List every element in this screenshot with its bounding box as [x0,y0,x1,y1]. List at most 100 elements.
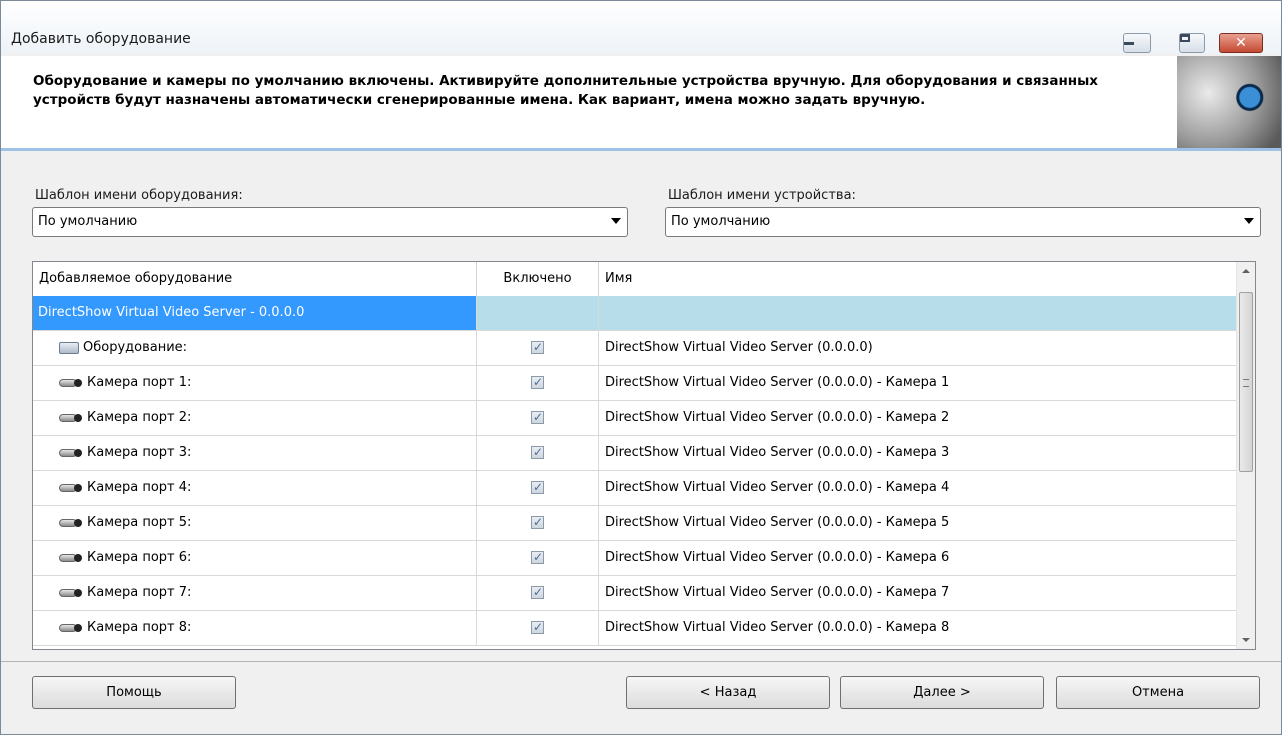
header-instructions: Оборудование и камеры по умолчанию включ… [33,73,1099,108]
row-label: Камера порт 1: [87,375,192,390]
help-button[interactable]: Помощь [32,676,236,709]
row-enabled-cell [477,436,599,470]
camera-icon [59,412,83,424]
title-bar: Добавить оборудование ✕ [1,1,1281,53]
minimize-icon [1124,42,1134,45]
add-hardware-dialog: Добавить оборудование ✕ Оборудование и к… [0,0,1282,735]
row-label-cell: Камера порт 5: [33,506,477,540]
group-name-cell [599,296,1237,330]
camera-icon [59,517,83,529]
row-enabled-cell [477,401,599,435]
row-name-cell[interactable]: DirectShow Virtual Video Server (0.0.0.0… [599,366,1237,400]
row-label: Камера порт 2: [87,410,192,425]
window-title: Добавить оборудование [11,31,191,47]
table-row[interactable]: Камера порт 6: DirectShow Virtual Video S… [33,541,1237,576]
row-label-cell: Оборудование: [33,331,477,365]
row-label-cell: Камера порт 1: [33,366,477,400]
camera-icon [59,482,83,494]
camera-icon [59,587,83,599]
row-name-cell[interactable]: DirectShow Virtual Video Server (0.0.0.0… [599,436,1237,470]
hardware-template-select[interactable]: По умолчанию [32,207,628,237]
row-label-cell: Камера порт 6: [33,541,477,575]
row-enabled-cell [477,331,599,365]
row-enabled-cell [477,366,599,400]
grid-header: Добавляемое оборудование Включено Имя [33,262,1237,297]
row-enabled-cell [477,506,599,540]
group-enabled-cell [477,296,599,330]
row-label-cell: Камера порт 8: [33,611,477,645]
enabled-checkbox[interactable] [531,479,544,495]
enabled-checkbox[interactable] [531,514,544,530]
maximize-icon [1180,34,1190,42]
enabled-checkbox[interactable] [531,444,544,460]
maximize-button[interactable] [1179,33,1205,53]
cancel-button[interactable]: Отмена [1056,676,1260,709]
column-header-enabled[interactable]: Включено [477,262,599,296]
row-label: Камера порт 5: [87,515,192,530]
row-enabled-cell [477,541,599,575]
minimize-button[interactable] [1123,33,1151,53]
hardware-template-label: Шаблон имени оборудования: [35,188,243,203]
grip-icon [1243,379,1249,387]
footer-divider [1,661,1281,662]
table-row[interactable]: Камера порт 5: DirectShow Virtual Video S… [33,506,1237,541]
scroll-up-button[interactable] [1237,262,1255,279]
row-name-cell[interactable]: DirectShow Virtual Video Server (0.0.0.0… [599,331,1237,365]
row-label-cell: Камера порт 2: [33,401,477,435]
group-label: DirectShow Virtual Video Server - 0.0.0.… [33,296,477,330]
device-template-select[interactable]: По умолчанию [665,207,1261,237]
back-button[interactable]: < Назад [626,676,830,709]
row-label-cell: Камера порт 4: [33,471,477,505]
wolf-eye-logo [1177,56,1281,148]
row-label-cell: Камера порт 3: [33,436,477,470]
close-button[interactable]: ✕ [1219,33,1263,53]
camera-icon [59,447,83,459]
device-template-label: Шаблон имени устройства: [668,188,856,203]
column-header-hardware[interactable]: Добавляемое оборудование [33,262,477,296]
hardware-template-value: По умолчанию [38,214,138,229]
arrow-up-icon [1242,269,1250,273]
row-name-cell[interactable]: DirectShow Virtual Video Server (0.0.0.0… [599,611,1237,645]
next-button[interactable]: Далее > [840,676,1044,709]
enabled-checkbox[interactable] [531,409,544,425]
enabled-checkbox[interactable] [531,374,544,390]
table-row[interactable]: Камера порт 1: DirectShow Virtual Video S… [33,366,1237,401]
vertical-scrollbar[interactable] [1236,262,1255,649]
camera-icon [59,552,83,564]
row-label-cell: Камера порт 7: [33,576,477,610]
wizard-header: Оборудование и камеры по умолчанию включ… [1,56,1281,151]
close-icon: ✕ [1235,35,1247,51]
scroll-thumb[interactable] [1239,292,1253,472]
row-name-cell[interactable]: DirectShow Virtual Video Server (0.0.0.0… [599,541,1237,575]
hardware-icon [59,341,79,354]
device-template-value: По умолчанию [671,214,771,229]
enabled-checkbox[interactable] [531,339,544,355]
enabled-checkbox[interactable] [531,584,544,600]
column-header-name[interactable]: Имя [599,262,1237,296]
table-row[interactable]: Камера порт 3: DirectShow Virtual Video S… [33,436,1237,471]
enabled-checkbox[interactable] [531,619,544,635]
row-name-cell[interactable]: DirectShow Virtual Video Server (0.0.0.0… [599,401,1237,435]
enabled-checkbox[interactable] [531,549,544,565]
camera-icon [59,377,83,389]
row-label: Камера порт 3: [87,445,192,460]
row-enabled-cell [477,471,599,505]
scroll-down-button[interactable] [1237,632,1255,649]
table-row[interactable]: Камера порт 7: DirectShow Virtual Video S… [33,576,1237,611]
table-row[interactable]: Камера порт 2: DirectShow Virtual Video S… [33,401,1237,436]
group-row[interactable]: DirectShow Virtual Video Server - 0.0.0.… [33,296,1237,331]
row-label: Камера порт 8: [87,620,192,635]
row-enabled-cell [477,576,599,610]
row-name-cell[interactable]: DirectShow Virtual Video Server (0.0.0.0… [599,506,1237,540]
row-name-cell[interactable]: DirectShow Virtual Video Server (0.0.0.0… [599,576,1237,610]
table-row[interactable]: Камера порт 8: DirectShow Virtual Video S… [33,611,1237,646]
table-row[interactable]: Оборудование: DirectShow Virtual Video Se… [33,331,1237,366]
hardware-grid: Добавляемое оборудование Включено Имя Di… [32,261,1256,650]
arrow-down-icon [1242,638,1250,642]
row-label: Камера порт 7: [87,585,192,600]
row-name-cell[interactable]: DirectShow Virtual Video Server (0.0.0.0… [599,471,1237,505]
table-row[interactable]: Камера порт 4: DirectShow Virtual Video S… [33,471,1237,506]
chevron-down-icon [611,218,621,224]
camera-icon [59,622,83,634]
row-enabled-cell [477,611,599,645]
